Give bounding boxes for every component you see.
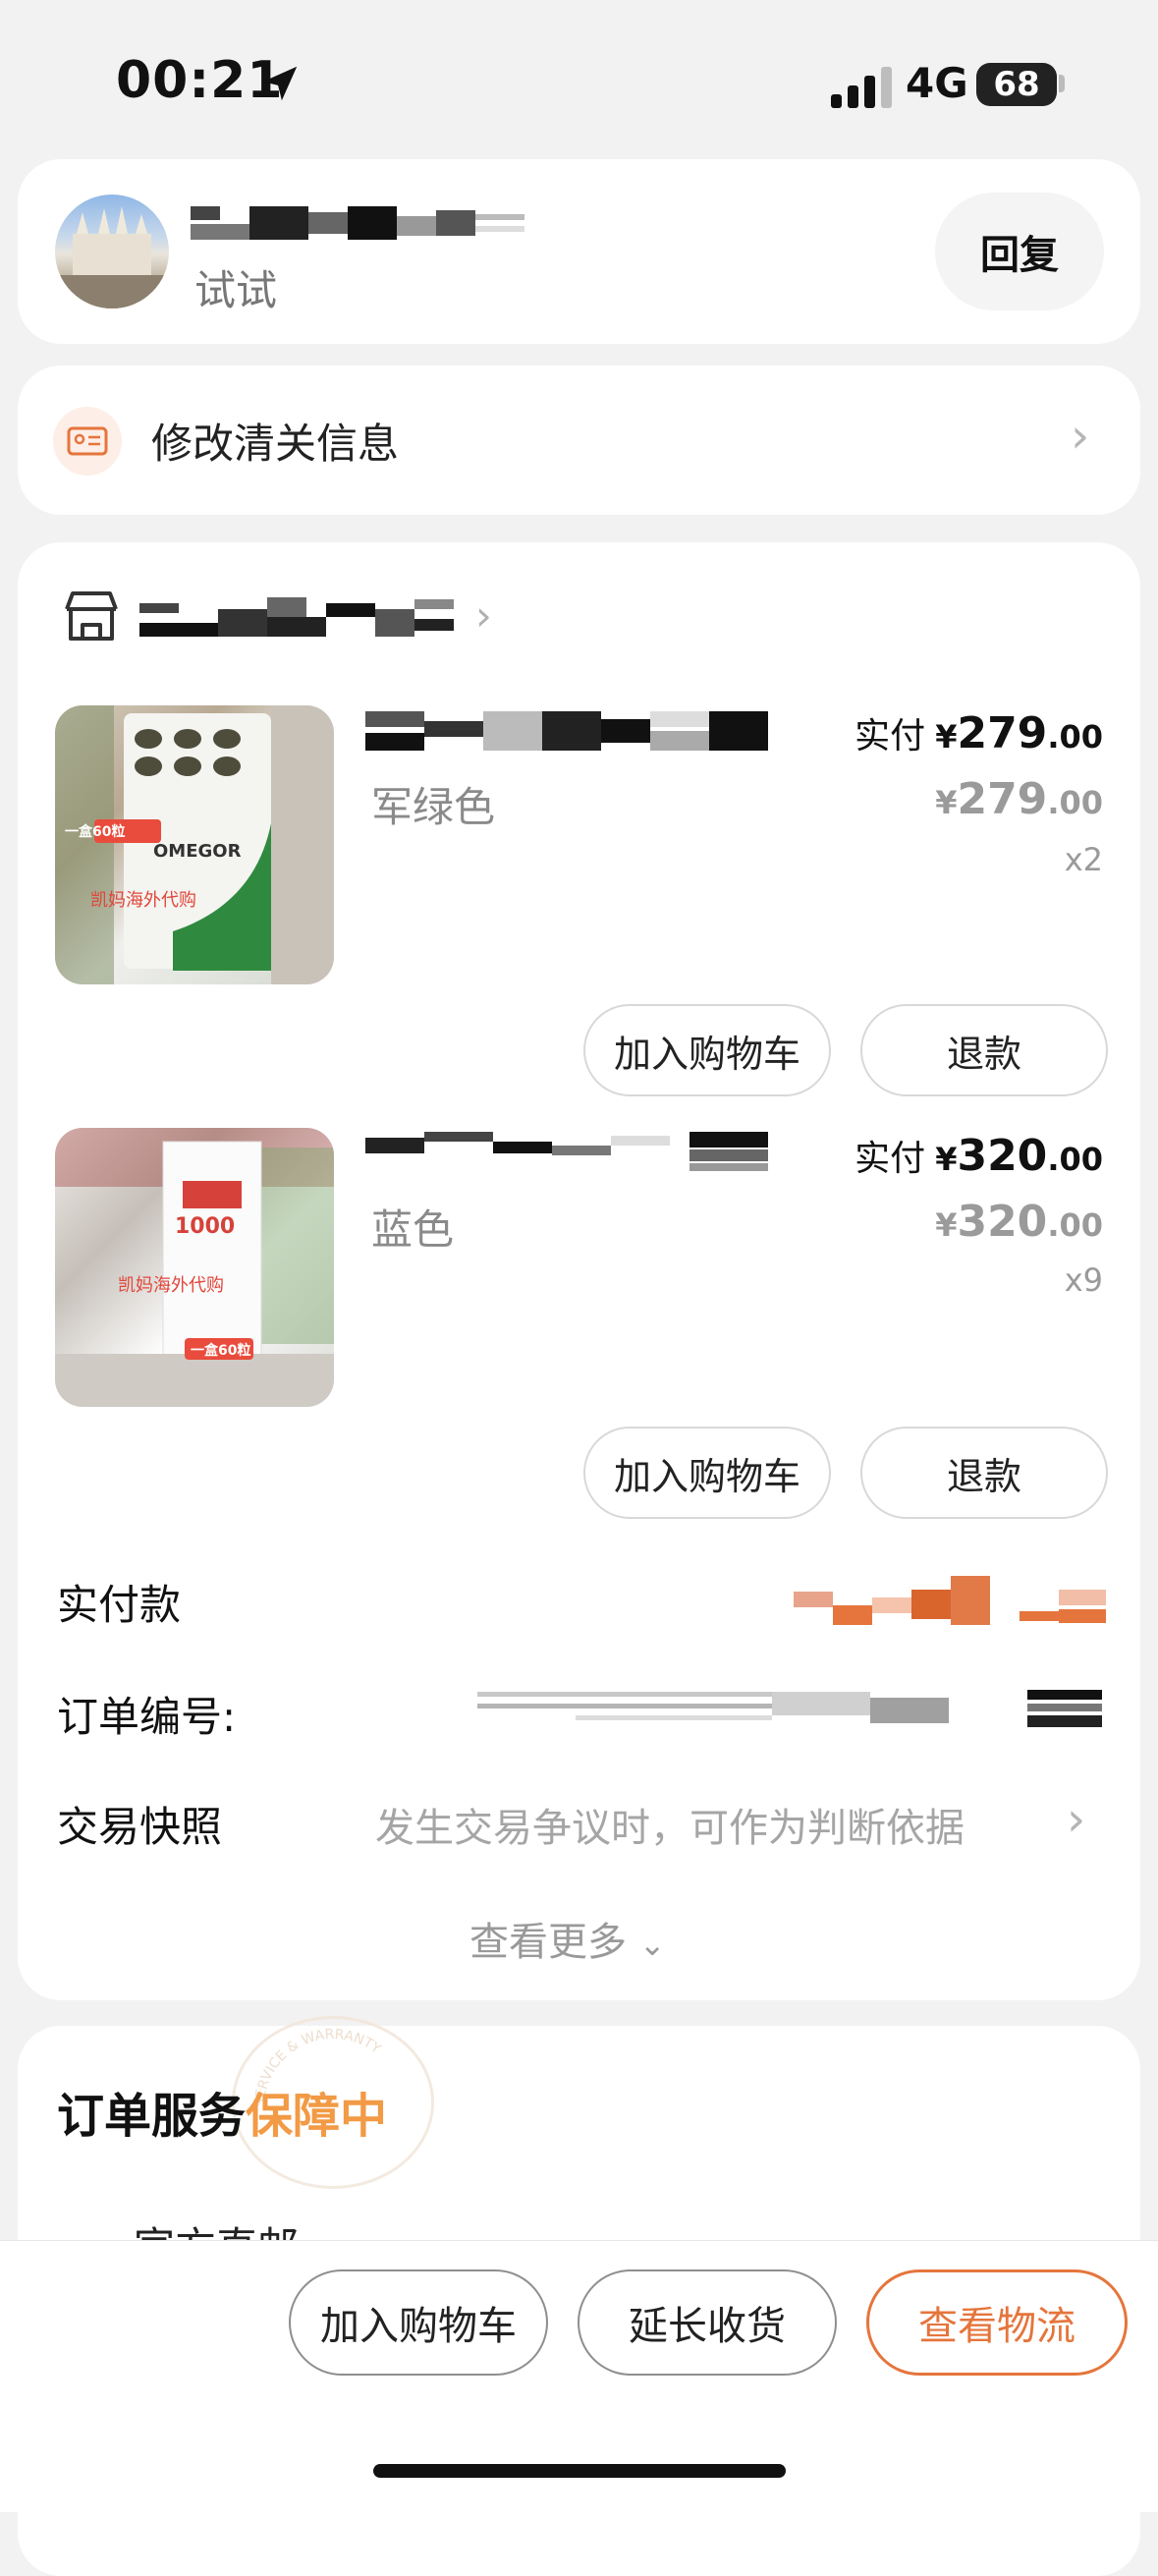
snapshot-hint[interactable]: 发生交易争议时，可作为判断依据 bbox=[375, 1796, 965, 1853]
chevron-right-icon: › bbox=[1071, 409, 1090, 464]
paid-amount: ¥279.00 bbox=[935, 708, 1103, 758]
product-1-original-price: ¥279.00 bbox=[935, 774, 1103, 824]
redacted-order-number bbox=[477, 1690, 1102, 1727]
product-2-original-price: ¥320.00 bbox=[935, 1197, 1103, 1247]
product-1-badge: 一盒60粒 bbox=[65, 824, 126, 840]
product-1-paid: 实付 ¥279.00 bbox=[855, 707, 1103, 758]
battery-level: 68 bbox=[993, 65, 1040, 104]
product-image-2[interactable] bbox=[55, 1128, 334, 1407]
snapshot-label[interactable]: 交易快照 bbox=[57, 1794, 222, 1854]
reply-button[interactable]: 回复 bbox=[935, 193, 1104, 310]
store-icon bbox=[65, 591, 118, 641]
product-2-label: 1000 bbox=[175, 1214, 236, 1239]
redacted-store-name bbox=[139, 597, 454, 637]
see-more-link[interactable]: 查看更多 ⌄ bbox=[469, 1910, 666, 1967]
redacted-product-title-1 bbox=[365, 711, 768, 751]
service-status-tag: 保障中 bbox=[246, 2089, 388, 2144]
view-logistics-button[interactable]: 查看物流 bbox=[866, 2269, 1128, 2376]
service-title-text: 订单服务 bbox=[57, 2089, 247, 2144]
order-number-label: 订单编号: bbox=[57, 1693, 237, 1741]
battery-tip bbox=[1059, 75, 1065, 92]
paid-label: 实付 bbox=[855, 716, 926, 756]
store-chevron-icon[interactable]: › bbox=[475, 591, 492, 640]
add-to-cart-button-2[interactable]: 加入购物车 bbox=[583, 1427, 831, 1519]
network-type: 4G bbox=[906, 59, 968, 107]
location-arrow-icon bbox=[262, 66, 298, 101]
signal-icon bbox=[831, 67, 892, 108]
product-1-variant: 军绿色 bbox=[371, 783, 496, 831]
product-2-badge: 一盒60粒 bbox=[191, 1343, 251, 1359]
paid-total-label: 实付款 bbox=[57, 1581, 182, 1629]
refund-button-1[interactable]: 退款 bbox=[860, 1004, 1108, 1096]
see-more-label: 查看更多 bbox=[469, 1920, 627, 1965]
paid-amount: ¥320.00 bbox=[935, 1131, 1103, 1181]
redacted-paid-total bbox=[794, 1576, 1106, 1625]
avatar[interactable] bbox=[55, 195, 169, 308]
product-1-quantity: x2 bbox=[1064, 841, 1103, 878]
product-2-quantity: x9 bbox=[1064, 1261, 1103, 1299]
battery-icon: 68 bbox=[976, 63, 1057, 106]
product-2-paid: 实付 ¥320.00 bbox=[855, 1130, 1103, 1181]
customs-info-label: 修改清关信息 bbox=[151, 420, 400, 468]
cathedral-photo bbox=[55, 206, 169, 308]
chat-subtitle: 试试 bbox=[194, 266, 278, 314]
refund-button-2[interactable]: 退款 bbox=[860, 1427, 1108, 1519]
product-2-watermark: 凯妈海外代购 bbox=[118, 1275, 224, 1296]
redacted-product-title-2 bbox=[365, 1132, 768, 1171]
product-1-watermark: 凯妈海外代购 bbox=[90, 890, 196, 911]
service-title: 订单服务保障中 bbox=[57, 2077, 387, 2146]
add-to-cart-button-1[interactable]: 加入购物车 bbox=[583, 1004, 831, 1096]
home-indicator[interactable] bbox=[373, 2464, 786, 2478]
extend-receipt-button[interactable]: 延长收货 bbox=[578, 2269, 837, 2376]
product-2-variant: 蓝色 bbox=[371, 1205, 455, 1254]
chevron-right-icon[interactable]: › bbox=[1067, 1792, 1085, 1847]
id-card-icon bbox=[53, 407, 122, 476]
product-1-brand: OMEGOR bbox=[153, 841, 242, 862]
redacted-name bbox=[191, 206, 524, 240]
bottom-add-to-cart-button[interactable]: 加入购物车 bbox=[289, 2269, 548, 2376]
chevron-down-icon: ⌄ bbox=[638, 1926, 666, 1963]
paid-label: 实付 bbox=[855, 1139, 926, 1179]
